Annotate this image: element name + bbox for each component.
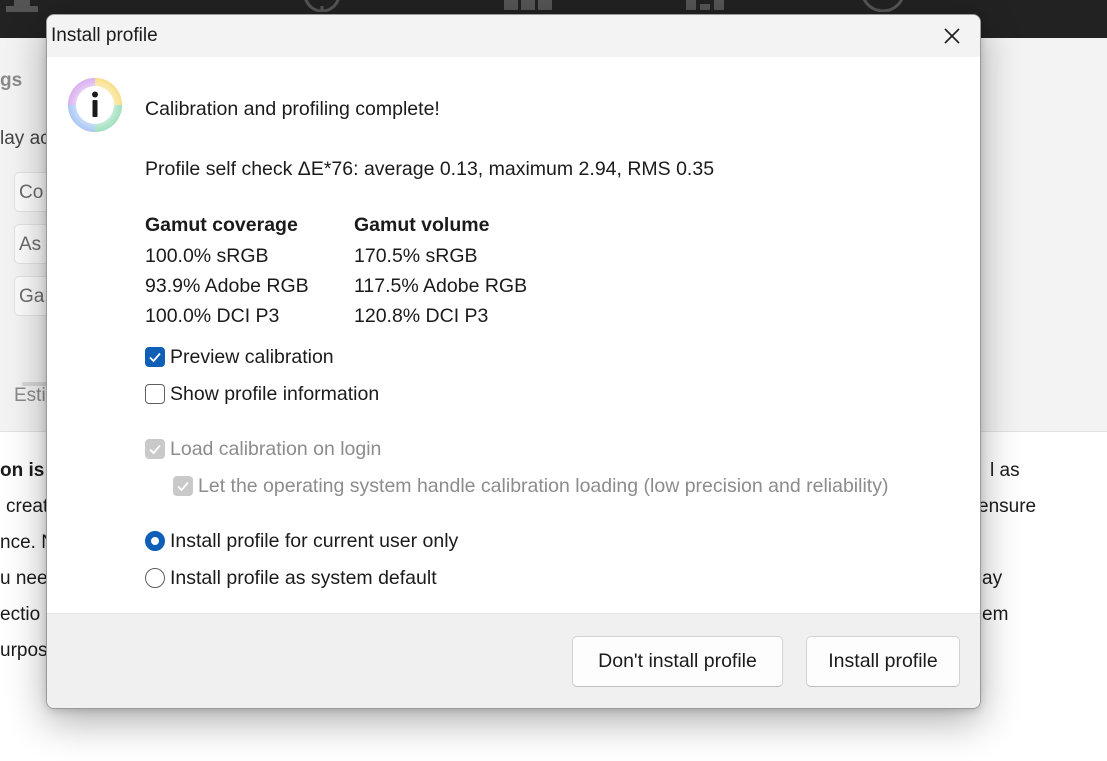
dialog-body: Calibration and profiling complete! Prof…	[47, 57, 980, 613]
checkmark-icon	[177, 481, 189, 492]
install-current-user-label[interactable]: Install profile for current user only	[170, 530, 458, 553]
body-text-line: ectio	[0, 604, 41, 625]
grid-icon[interactable]	[502, 0, 554, 12]
dialog-footer: Don't install profile Install profile	[47, 613, 980, 708]
circle-icon[interactable]	[857, 0, 909, 12]
install-system-default-radio[interactable]	[145, 568, 165, 588]
gamut-coverage-header: Gamut coverage	[145, 214, 298, 236]
estimate-label: Esti	[14, 385, 46, 406]
os-handle-loading-label: Let the operating system handle calibrat…	[198, 475, 889, 497]
preview-calibration-label[interactable]: Preview calibration	[170, 346, 334, 369]
gamut-coverage-value: 100.0% sRGB	[145, 245, 269, 267]
dont-install-button[interactable]: Don't install profile	[572, 636, 783, 687]
body-text-line: creat	[6, 496, 49, 517]
section-heading: gs	[0, 70, 23, 91]
body-text-line: urpos	[0, 640, 48, 661]
checkmark-icon	[149, 444, 161, 455]
person-icon[interactable]	[2, 0, 42, 12]
gamut-coverage-value: 100.0% DCI P3	[145, 305, 280, 327]
gamut-volume-value: 170.5% sRGB	[354, 245, 478, 267]
body-text-line: ay	[982, 568, 1003, 589]
completion-message: Calibration and profiling complete!	[145, 98, 440, 120]
body-text-line: ensure	[978, 496, 1037, 517]
preview-calibration-checkbox[interactable]	[145, 347, 165, 367]
dialog-title: Install profile	[51, 25, 158, 46]
close-icon	[944, 28, 960, 44]
self-check-result: Profile self check ΔE*76: average 0.13, …	[145, 158, 715, 180]
install-profile-button[interactable]: Install profile	[806, 636, 960, 687]
load-on-login-checkbox	[145, 439, 165, 459]
load-on-login-label: Load calibration on login	[170, 438, 382, 460]
target-icon[interactable]	[300, 0, 344, 12]
close-button[interactable]	[924, 15, 980, 57]
gamut-volume-header: Gamut volume	[354, 214, 490, 236]
body-text-line: l as	[990, 460, 1020, 481]
checkmark-icon	[149, 352, 161, 363]
gamut-volume-value: 117.5% Adobe RGB	[354, 275, 528, 297]
install-system-default-label[interactable]: Install profile as system default	[170, 567, 437, 590]
dialog-titlebar[interactable]: Install profile	[47, 15, 980, 57]
os-handle-loading-checkbox	[173, 476, 193, 496]
show-profile-info-label[interactable]: Show profile information	[170, 383, 379, 406]
show-profile-info-checkbox[interactable]	[145, 384, 165, 404]
info-icon	[68, 78, 122, 132]
install-profile-dialog: Install profile Calibration and profilin…	[46, 14, 981, 709]
gamut-coverage-value: 93.9% Adobe RGB	[145, 275, 309, 297]
install-current-user-radio[interactable]	[145, 531, 165, 551]
gamut-volume-value: 120.8% DCI P3	[354, 305, 489, 327]
section-description: lay ac	[0, 128, 50, 149]
body-text-line: em	[982, 604, 1009, 625]
chart-icon[interactable]	[684, 0, 728, 12]
body-text-line: u nee	[0, 568, 48, 589]
